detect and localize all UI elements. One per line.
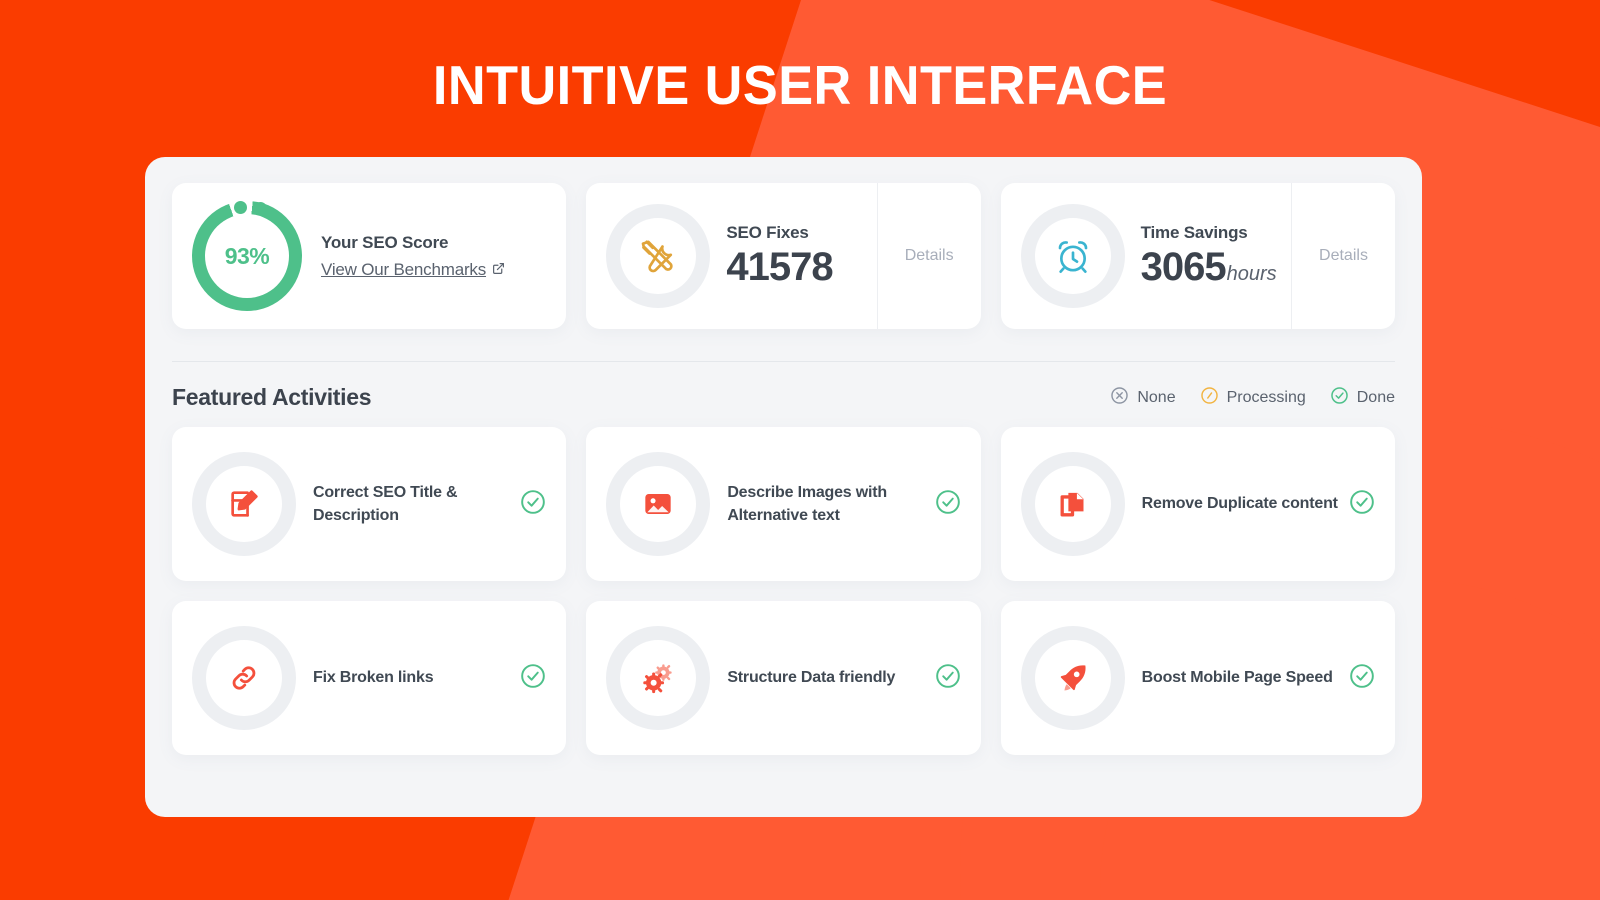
activity-label-correct-seo-title: Correct SEO Title & Description	[313, 483, 458, 524]
activity-label-describe-images: Describe Images with Alternative text	[727, 483, 887, 524]
donut-cap-start	[234, 201, 247, 214]
time-savings-value-wrap: 3065 hours	[1141, 245, 1277, 289]
legend-item-none[interactable]: None	[1110, 386, 1176, 410]
legend-label-done: Done	[1356, 388, 1395, 406]
activities-grid: Correct SEO Title & Description Describe…	[163, 411, 1404, 755]
activity-card-correct-seo-title[interactable]: Correct SEO Title & Description	[172, 427, 567, 581]
activity-status-fix-broken-links	[520, 663, 546, 694]
view-benchmarks-link[interactable]: View Our Benchmarks	[321, 260, 505, 280]
edit-square-icon	[192, 452, 296, 556]
stats-row: 93% Your SEO Score View Our Benchmarks S…	[163, 175, 1404, 329]
circle-check-icon	[1330, 386, 1349, 410]
circle-clock-icon	[1200, 386, 1219, 410]
activity-card-boost-mobile-speed[interactable]: Boost Mobile Page Speed	[1000, 601, 1395, 755]
tools-icon	[606, 204, 711, 308]
seo-fixes-value: 41578	[726, 245, 833, 289]
seo-score-donut: 93%	[192, 201, 302, 311]
time-savings-details-link[interactable]: Details	[1290, 183, 1395, 329]
seo-fixes-content: SEO Fixes 41578	[586, 204, 876, 308]
legend-item-processing[interactable]: Processing	[1200, 386, 1306, 410]
legend-item-done[interactable]: Done	[1330, 386, 1395, 410]
activity-label-fix-broken-links: Fix Broken links	[313, 669, 434, 687]
activity-card-fix-broken-links[interactable]: Fix Broken links	[172, 601, 567, 755]
time-savings-label: Time Savings	[1140, 223, 1248, 242]
activity-status-correct-seo-title	[520, 489, 546, 520]
activity-label-structure-data: Structure Data friendly	[727, 669, 896, 687]
gears-icon	[606, 626, 711, 730]
featured-activities-header: Featured Activities None Processing Done	[163, 362, 1404, 411]
activity-status-structure-data	[935, 663, 961, 694]
seo-fixes-details-link[interactable]: Details	[876, 183, 981, 329]
seo-score-title: Your SEO Score	[321, 232, 449, 252]
seo-score-value: 93%	[224, 242, 270, 269]
activity-status-remove-duplicate-content	[1349, 489, 1375, 520]
featured-activities-title: Featured Activities	[172, 384, 372, 410]
stat-card-seo-score: 93% Your SEO Score View Our Benchmarks	[172, 183, 567, 329]
legend-label-none: None	[1137, 388, 1176, 406]
stat-card-seo-fixes: SEO Fixes 41578 Details	[586, 183, 981, 329]
donut-cap-end	[254, 202, 267, 215]
legend-label-processing: Processing	[1226, 388, 1306, 406]
seo-score-text: Your SEO Score View Our Benchmarks	[321, 233, 505, 280]
alarm-clock-icon	[1020, 204, 1125, 308]
time-savings-text: Time Savings 3065 hours	[1141, 223, 1277, 289]
activity-card-structure-data[interactable]: Structure Data friendly	[586, 601, 981, 755]
stat-card-time-savings: Time Savings 3065 hours Details	[1000, 183, 1395, 329]
seo-fixes-value-wrap: 41578	[726, 245, 833, 289]
activity-status-boost-mobile-speed	[1349, 663, 1375, 694]
page-title: INTUITIVE USER INTERFACE	[432, 54, 1168, 116]
status-legend: None Processing Done	[1110, 386, 1395, 410]
time-savings-unit: hours	[1226, 263, 1277, 285]
seo-score-content: 93% Your SEO Score View Our Benchmarks	[172, 201, 566, 311]
image-icon	[606, 452, 711, 556]
dashboard-panel: 93% Your SEO Score View Our Benchmarks S…	[145, 157, 1422, 817]
activity-card-describe-images[interactable]: Describe Images with Alternative text	[586, 427, 981, 581]
activity-card-remove-duplicate-content[interactable]: Remove Duplicate content	[1000, 427, 1395, 581]
chain-link-icon	[192, 626, 296, 730]
copy-documents-icon	[1020, 452, 1125, 556]
activity-label-boost-mobile-speed: Boost Mobile Page Speed	[1141, 669, 1333, 687]
rocket-icon	[1020, 626, 1125, 730]
view-benchmarks-label: View Our Benchmarks	[321, 259, 487, 279]
seo-fixes-text: SEO Fixes 41578	[726, 223, 833, 289]
time-savings-content: Time Savings 3065 hours	[1001, 204, 1291, 308]
circle-x-icon	[1110, 386, 1129, 410]
activity-status-describe-images	[935, 489, 961, 520]
seo-fixes-label: SEO Fixes	[726, 223, 809, 242]
external-link-icon	[492, 260, 505, 280]
time-savings-value: 3065	[1140, 245, 1227, 289]
activity-label-remove-duplicate-content: Remove Duplicate content	[1141, 495, 1338, 513]
